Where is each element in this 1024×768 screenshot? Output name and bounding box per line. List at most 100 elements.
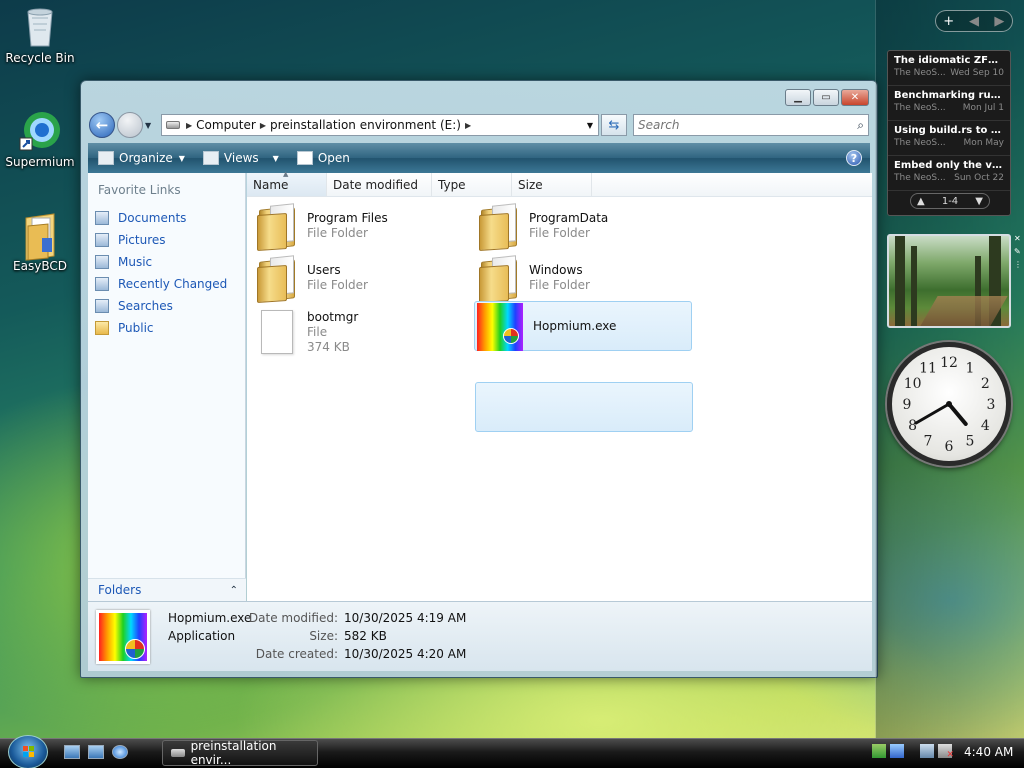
column-header-type[interactable]: Type — [432, 173, 512, 196]
folders-label: Folders — [98, 583, 142, 597]
breadcrumb-separator-icon[interactable]: ▶ — [260, 121, 266, 130]
column-headers: ▲ Name Date modified Type Size — [247, 170, 872, 197]
feed-item[interactable]: Benchmarking rust c... The NeoS... Mon Ju… — [888, 86, 1010, 121]
breadcrumb-computer[interactable]: Computer — [196, 118, 256, 132]
file-item-programdata[interactable]: ProgramData File Folder — [477, 201, 687, 252]
breadcrumb-drive[interactable]: preinstallation environment (E:) — [270, 118, 461, 132]
favorite-link-label: Public — [118, 321, 154, 335]
file-type: File — [307, 324, 328, 339]
feed-item[interactable]: Embed only the vide... The NeoS... Sun Oc… — [888, 156, 1010, 191]
favorite-link-label: Searches — [118, 299, 173, 313]
start-button[interactable] — [8, 735, 48, 768]
refresh-button[interactable]: ⇆ — [601, 114, 627, 136]
column-header-date-modified[interactable]: Date modified — [327, 173, 432, 196]
breadcrumb-separator-icon[interactable]: ▶ — [186, 121, 192, 130]
favorite-link-label: Pictures — [118, 233, 166, 247]
feed-item[interactable]: The idiomatic ZFS on... The NeoS... Wed S… — [888, 51, 1010, 86]
folder-icon — [477, 202, 521, 252]
minimize-button[interactable]: ▁ — [785, 89, 811, 106]
file-name: bootmgr — [307, 309, 359, 324]
address-bar[interactable]: ▶ Computer ▶ preinstallation environment… — [161, 114, 599, 136]
back-arrow-icon: ← — [95, 116, 109, 134]
favorite-link-public[interactable]: Public — [88, 317, 245, 339]
previous-page-icon[interactable]: ◀ — [961, 14, 986, 29]
drive-icon — [171, 749, 185, 757]
search-box[interactable]: ⌕ — [633, 114, 869, 136]
chevron-down-icon[interactable]: ▼ — [273, 154, 279, 163]
feed-item[interactable]: Using build.rs to inte... The NeoS... Mon… — [888, 121, 1010, 156]
switch-windows-icon[interactable] — [88, 745, 104, 759]
back-button[interactable]: ← — [89, 112, 115, 138]
chevron-up-icon: ⌃ — [229, 584, 238, 596]
column-header-label: Type — [438, 177, 466, 192]
open-button[interactable]: Open — [296, 151, 350, 165]
desktop-icon-easybcd[interactable]: EasyBCD — [0, 212, 80, 273]
file-item-hopmium-exe[interactable]: Hopmium.exe — [474, 301, 692, 351]
feed-next-icon[interactable]: ▼ — [975, 196, 983, 207]
address-dropdown-icon[interactable]: ▼ — [582, 121, 598, 130]
desktop-icon-label: Recycle Bin — [5, 51, 75, 65]
clock-numeral: 5 — [966, 433, 975, 449]
taskbar-clock[interactable]: 4:40 AM — [964, 745, 1013, 759]
clock-gadget[interactable]: 12 1 2 3 4 5 6 7 8 9 10 11 — [887, 342, 1011, 466]
gadget-options-icon[interactable]: ✎ — [1014, 247, 1023, 256]
close-button[interactable]: ✕ — [841, 89, 869, 106]
volume-muted-icon[interactable]: ✕ — [938, 744, 954, 760]
file-name: Hopmium.exe — [533, 318, 617, 333]
file-item-windows[interactable]: Windows File Folder — [477, 253, 687, 304]
internet-explorer-icon[interactable] — [112, 745, 128, 759]
file-size: 374 KB — [307, 339, 350, 354]
search-input[interactable] — [638, 118, 838, 132]
show-desktop-icon[interactable] — [64, 745, 80, 759]
clock-numeral: 11 — [919, 361, 937, 377]
network-icon[interactable] — [920, 744, 934, 758]
next-page-icon[interactable]: ▶ — [987, 14, 1012, 29]
gadget-drag-handle-icon[interactable]: ⋮ — [1014, 260, 1023, 269]
folders-toggle[interactable]: Folders ⌃ — [88, 578, 246, 601]
explorer-window[interactable]: ▁ ▭ ✕ ← ▼ ▶ Computer ▶ preinstallation e… — [80, 80, 878, 678]
notification-area: ✕ — [872, 744, 954, 760]
feed-item-title: The idiomatic ZFS on... — [894, 55, 1004, 66]
views-icon — [202, 151, 219, 165]
views-button[interactable]: Views ▼ — [202, 151, 279, 165]
file-list[interactable]: ▲ Name Date modified Type Size Program F… — [247, 170, 872, 601]
breadcrumb-separator-icon[interactable]: ▶ — [465, 121, 471, 130]
column-header-label: Date modified — [333, 177, 419, 192]
gadget-close-icon[interactable]: ✕ — [1014, 234, 1023, 243]
details-date-created: 10/30/2025 4:20 AM — [344, 647, 467, 661]
slideshow-gadget[interactable] — [887, 234, 1011, 328]
file-item-hopmium-exe[interactable] — [475, 382, 693, 432]
taskbar-button-explorer[interactable]: preinstallation envir... — [162, 739, 318, 767]
clock-numeral: 8 — [908, 418, 917, 434]
clock-numeral: 4 — [981, 418, 990, 434]
file-item-program-files[interactable]: Program Files File Folder — [255, 201, 465, 252]
column-header-name[interactable]: ▲ Name — [247, 170, 327, 196]
favorite-link-label: Music — [118, 255, 153, 269]
favorite-link-music[interactable]: Music — [88, 251, 245, 273]
add-gadget-button[interactable]: + — [936, 14, 961, 29]
desktop-icon-supermium[interactable]: Supermium — [0, 108, 80, 169]
file-item-bootmgr[interactable]: bootmgr File 374 KB — [255, 305, 465, 359]
recent-pages-dropdown[interactable]: ▼ — [145, 121, 155, 130]
favorite-link-searches[interactable]: Searches — [88, 295, 245, 317]
help-button[interactable]: ? — [846, 150, 862, 166]
favorite-link-documents[interactable]: Documents — [88, 207, 245, 229]
clock-hour-hand — [947, 402, 968, 426]
column-header-label: Name — [253, 177, 289, 192]
favorite-link-recently-changed[interactable]: Recently Changed — [88, 273, 245, 295]
file-item-users[interactable]: Users File Folder — [255, 253, 465, 304]
forward-button[interactable] — [117, 112, 143, 138]
details-size: 582 KB — [344, 629, 387, 643]
column-header-size[interactable]: Size — [512, 173, 592, 196]
feed-item-date: Sun Oct 22 — [954, 173, 1004, 183]
feed-prev-icon[interactable]: ▲ — [917, 196, 925, 207]
organize-button[interactable]: Organize ▼ — [98, 151, 185, 165]
favorite-link-pictures[interactable]: Pictures — [88, 229, 245, 251]
maximize-button[interactable]: ▭ — [813, 89, 839, 106]
search-icon[interactable]: ⌕ — [857, 118, 864, 133]
feed-page-indicator: 1-4 — [941, 195, 959, 207]
desktop-icon-recycle-bin[interactable]: Recycle Bin — [0, 4, 80, 65]
feed-item-date: Mon Jul 1 — [962, 103, 1004, 113]
safely-remove-icon[interactable] — [872, 744, 886, 758]
windows-update-icon[interactable] — [890, 744, 904, 758]
